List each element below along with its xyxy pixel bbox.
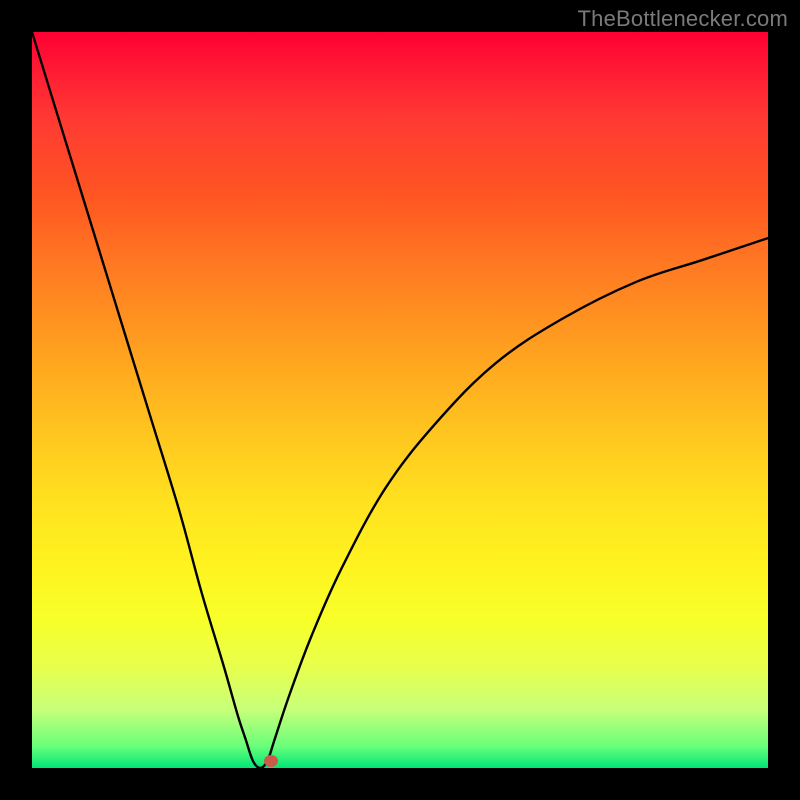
chart-frame: TheBottlenecker.com [0,0,800,800]
bottleneck-curve [32,32,768,768]
attribution-label: TheBottlenecker.com [578,6,788,32]
plot-area [32,32,768,768]
optimal-point-marker [264,755,278,767]
